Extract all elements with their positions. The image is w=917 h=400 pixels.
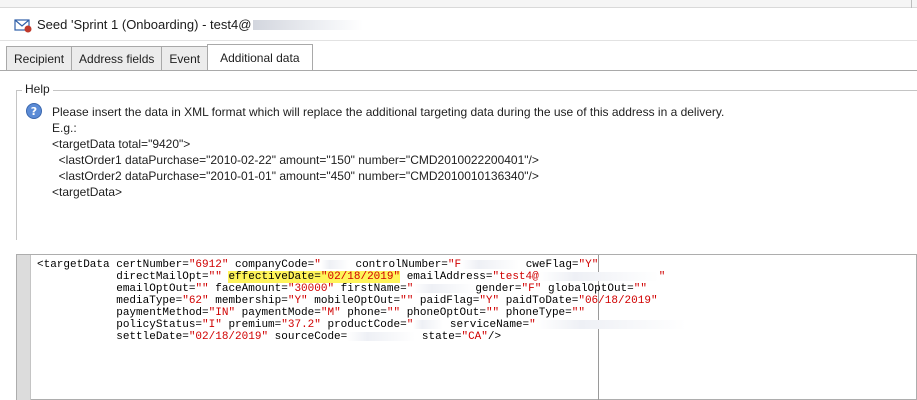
title-redacted: [253, 19, 364, 30]
question-icon: ?: [26, 103, 42, 119]
top-strip: [0, 0, 917, 8]
mail-seed-icon: [14, 18, 32, 32]
window-edge: [911, 0, 917, 8]
redacted-value: [538, 271, 659, 281]
help-text: Please insert the data in XML format whi…: [52, 104, 724, 200]
xml-line-5: paymentMethod="IN" paymentMode="M" phone…: [37, 307, 585, 319]
xml-line-7: settleDate="02/18/2019" sourceCode= stat…: [37, 331, 502, 343]
redacted-value: [320, 259, 349, 269]
redacted-value: [413, 283, 476, 293]
xml-line-4: mediaType="62" membership="Y" mobileOptO…: [37, 295, 658, 307]
xml-line-6: policyStatus="I" premium="37.2" productC…: [37, 319, 686, 331]
help-line: <targetData>: [52, 185, 123, 199]
redacted-value: [461, 259, 520, 269]
tab-event[interactable]: Event: [161, 46, 209, 70]
xml-code[interactable]: <targetData certNumber="6912" companyCod…: [37, 259, 686, 343]
form-title-bar: Seed 'Sprint 1 (Onboarding) - test4@: [0, 9, 917, 41]
tab-bar: Recipient Address fields Event Additiona…: [6, 44, 313, 70]
tab-recipient[interactable]: Recipient: [6, 46, 73, 70]
xml-line-3: emailOptOut="" faceAmount="30000" firstN…: [37, 283, 647, 295]
redacted-value: [535, 319, 686, 329]
editor-gutter: [17, 255, 31, 400]
tab-divider: [0, 70, 917, 71]
help-line: <targetData total="9420">: [52, 137, 191, 151]
highlighted-effective-date: effectiveDate="02/18/2019": [228, 271, 401, 283]
tab-additional-data[interactable]: Additional data: [207, 44, 313, 70]
help-line: <lastOrder2 dataPurchase="2010-01-01" am…: [52, 169, 539, 183]
redacted-value: [413, 319, 444, 329]
tab-address-fields[interactable]: Address fields: [71, 46, 163, 70]
xml-editor[interactable]: <targetData certNumber="6912" companyCod…: [16, 254, 917, 400]
xml-line-2: directMailOpt="" effectiveDate="02/18/20…: [37, 271, 666, 283]
xml-line-1: <targetData certNumber="6912" companyCod…: [37, 259, 599, 271]
help-legend: Help: [22, 82, 53, 96]
form-title: Seed 'Sprint 1 (Onboarding) - test4@: [37, 17, 252, 32]
help-line: E.g.:: [52, 121, 77, 135]
help-line: <lastOrder1 dataPurchase="2010-02-22" am…: [52, 153, 539, 167]
redacted-value: [347, 331, 416, 341]
help-line: Please insert the data in XML format whi…: [52, 105, 725, 119]
